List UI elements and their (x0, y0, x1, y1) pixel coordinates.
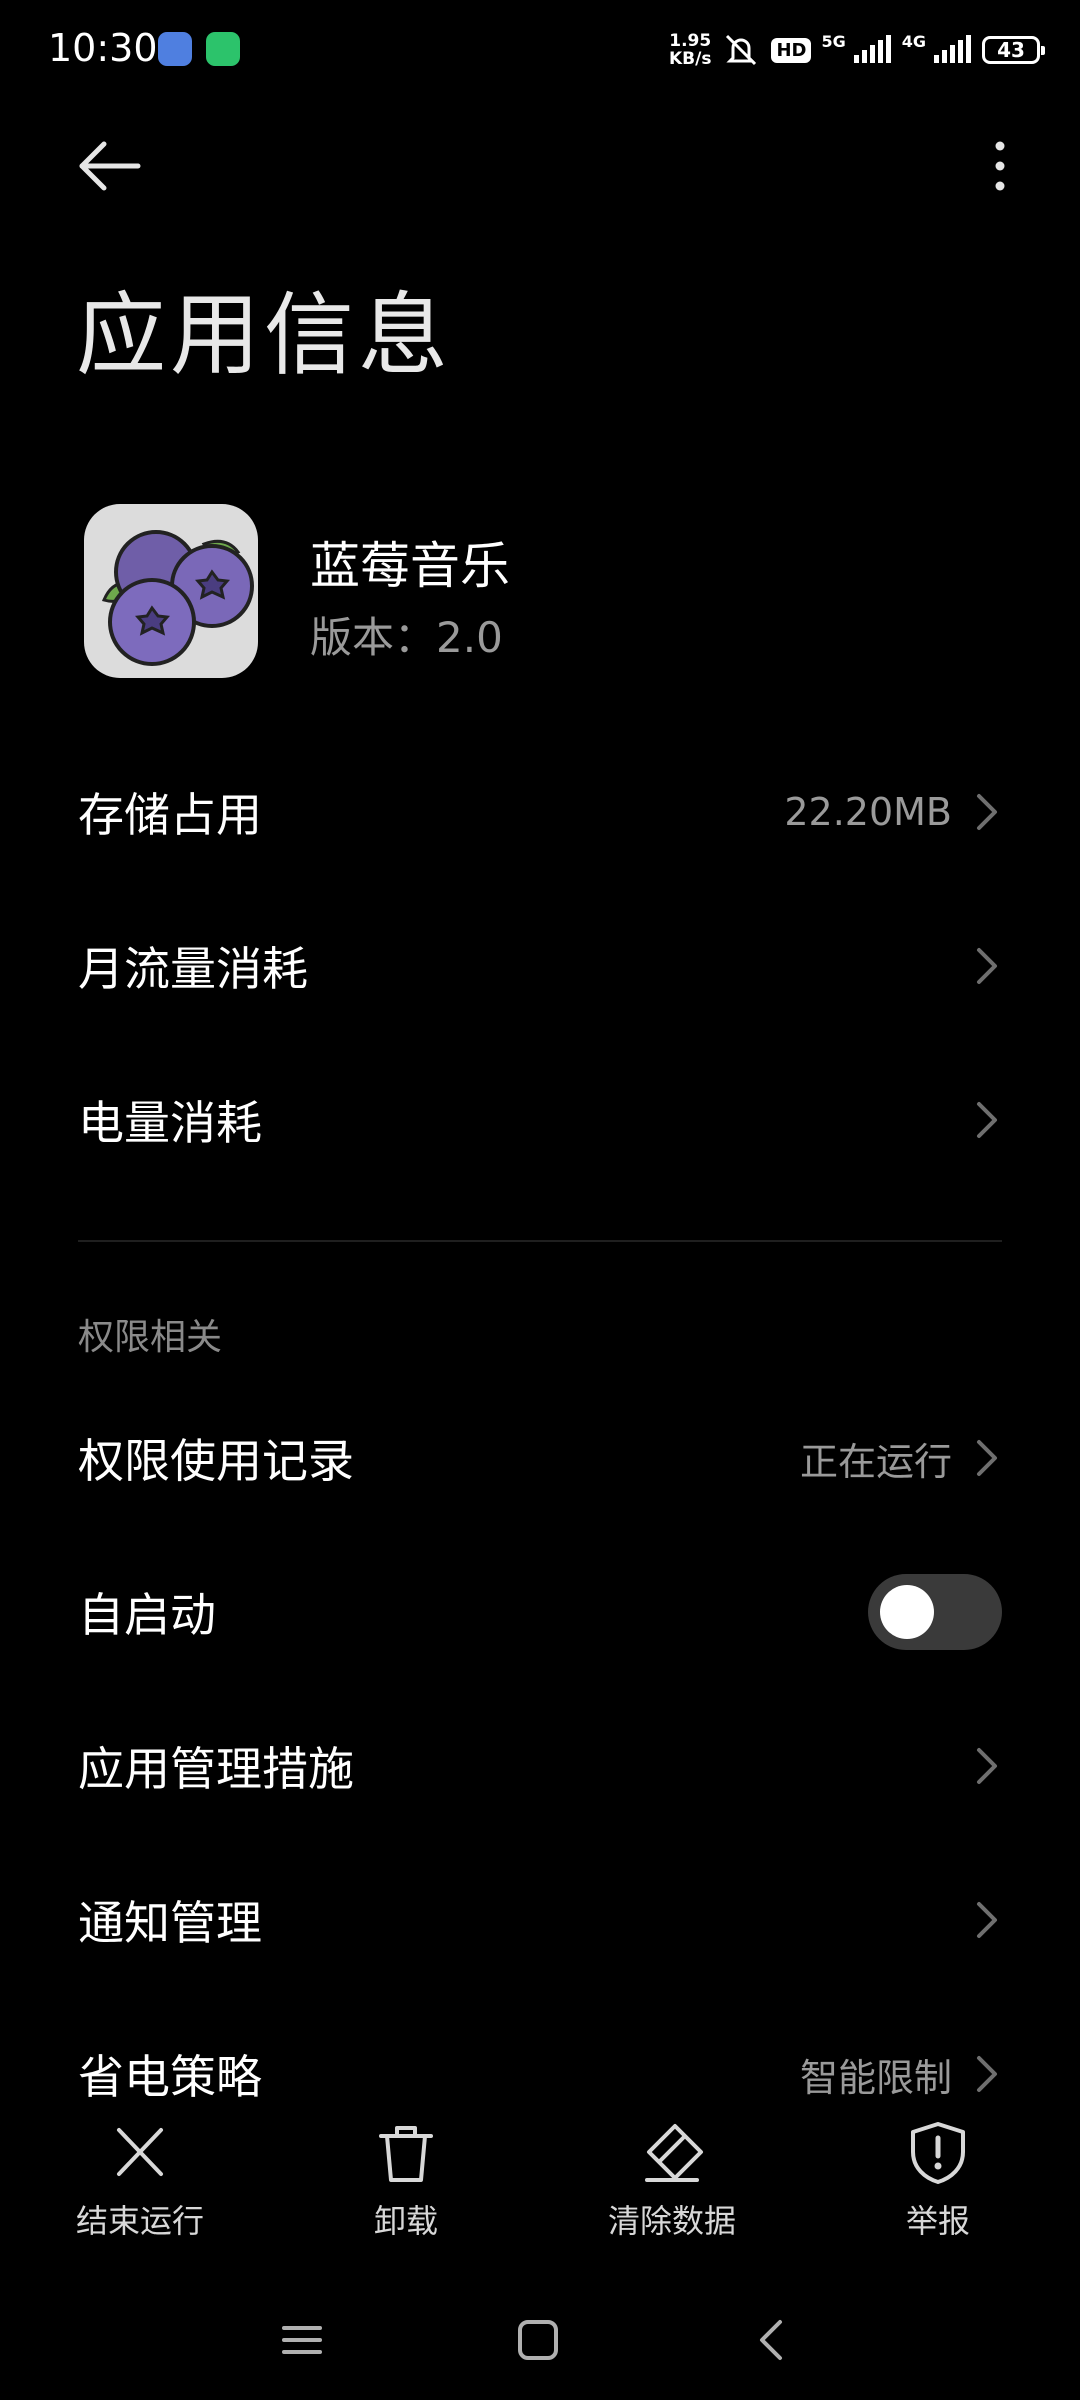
permission-usage-row[interactable]: 权限使用记录 正在运行 (78, 1388, 1002, 1528)
clear-data-label: 清除数据 (607, 2202, 736, 2240)
hd-badge: HD (771, 37, 812, 63)
trash-icon (379, 2126, 433, 2182)
notification-management-row[interactable]: 通知管理 (78, 1850, 1002, 1990)
mute-bell-icon (726, 34, 757, 66)
permission-usage-value: 正在运行 (799, 1439, 952, 1484)
notification-management-label: 通知管理 (78, 1896, 262, 1950)
chevron-right-icon (977, 948, 997, 984)
force-stop-button[interactable]: 结束运行 (40, 2118, 240, 2242)
shield-alert-icon (911, 2122, 965, 2184)
chevron-right-icon (977, 1440, 997, 1476)
back-icon[interactable] (734, 2300, 814, 2380)
app-icon (84, 504, 258, 678)
data-usage-row[interactable]: 月流量消耗 (78, 896, 1002, 1036)
menu-icon[interactable] (262, 2300, 342, 2380)
signal2-label: 4G (901, 32, 926, 51)
force-stop-label: 结束运行 (75, 2202, 204, 2240)
storage-row[interactable]: 存储占用 22.20MB (78, 742, 1002, 882)
storage-value: 22.20MB (784, 790, 952, 834)
divider (78, 1240, 1002, 1242)
app-notification-icon (206, 32, 240, 66)
status-time: 10:30 (48, 26, 158, 70)
page-title: 应用信息 (76, 283, 452, 388)
app-version: 版本：2.0 (310, 613, 503, 662)
storage-label: 存储占用 (78, 788, 262, 842)
signal1-label: 5G (821, 32, 846, 51)
status-icons: 1.95 KB/s HD 5G 4G 43 (668, 30, 1045, 70)
report-button[interactable]: 举报 (838, 2118, 1038, 2242)
battery-icon: 43 (982, 36, 1045, 64)
blueberry-icon (101, 530, 254, 666)
close-icon (117, 2128, 163, 2176)
app-management-row[interactable]: 应用管理措施 (78, 1696, 1002, 1836)
toggle-knob (880, 1585, 934, 1639)
app-name: 蓝莓音乐 (310, 537, 510, 595)
report-label: 举报 (905, 2202, 970, 2240)
battery-usage-row[interactable]: 电量消耗 (78, 1050, 1002, 1190)
app-management-label: 应用管理措施 (78, 1742, 354, 1796)
chevron-right-icon (977, 1102, 997, 1138)
permission-usage-label: 权限使用记录 (78, 1434, 354, 1488)
autostart-row: 自启动 (78, 1542, 1002, 1682)
gallery-notification-icon (158, 32, 192, 66)
clear-data-button[interactable]: 清除数据 (572, 2118, 772, 2242)
chevron-right-icon (977, 1748, 997, 1784)
eraser-icon (645, 2124, 703, 2182)
uninstall-button[interactable]: 卸载 (306, 2118, 506, 2242)
network-speed: 1.95 KB/s (668, 31, 712, 69)
home-icon[interactable] (498, 2300, 578, 2380)
autostart-toggle[interactable] (868, 1574, 1002, 1650)
chevron-right-icon (977, 1902, 997, 1938)
signal-4g-icon (934, 35, 971, 63)
power-saving-value: 智能限制 (799, 2055, 952, 2100)
autostart-label: 自启动 (78, 1588, 216, 1642)
more-options-icon[interactable] (970, 132, 1030, 202)
data-usage-label: 月流量消耗 (78, 942, 308, 996)
chevron-right-icon (977, 794, 997, 830)
permissions-section-label: 权限相关 (78, 1317, 223, 1358)
chevron-right-icon (977, 2056, 997, 2092)
back-arrow-icon[interactable] (70, 132, 150, 202)
power-saving-label: 省电策略 (78, 2050, 262, 2104)
uninstall-label: 卸载 (373, 2202, 438, 2240)
battery-usage-label: 电量消耗 (78, 1096, 262, 1150)
signal-5g-icon (853, 35, 891, 63)
